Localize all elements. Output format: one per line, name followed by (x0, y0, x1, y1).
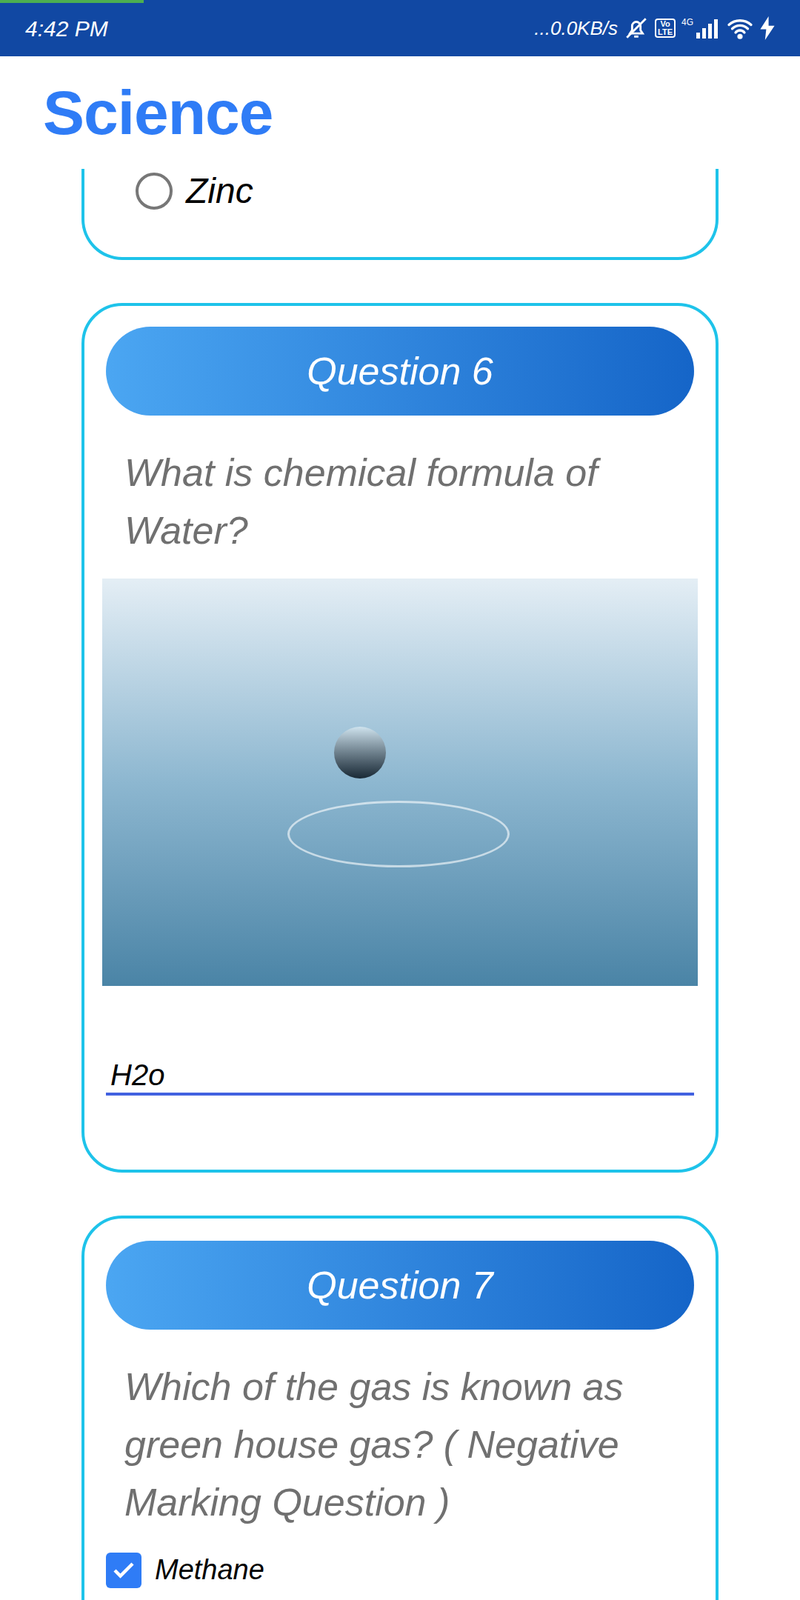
water-photo (102, 578, 698, 986)
app-bar: Science (0, 56, 800, 169)
checkbox[interactable] (105, 1552, 142, 1589)
ripple (287, 800, 510, 868)
mute-icon (623, 15, 649, 41)
option-label: Methane (154, 1548, 265, 1592)
status-icons: ...0.0KB/s VoLTE4G (534, 14, 775, 43)
radio-button[interactable] (135, 172, 173, 210)
net-speed: ...0.0KB/s (534, 14, 618, 43)
answer-field[interactable] (105, 1057, 695, 1096)
question-header: Question 7 (105, 1240, 695, 1330)
question-card: Question 6 What is chemical formula of Wa… (81, 302, 719, 1173)
load-progress (0, 0, 144, 3)
question-number: Question 6 (306, 342, 494, 400)
question-header: Question 6 (105, 326, 695, 416)
app-title: Science (42, 81, 274, 144)
question-text: What is chemical formula of Water? (105, 443, 695, 560)
signal-icon (694, 17, 720, 39)
water-drop (334, 726, 386, 779)
status-bar: 4:42 PM ...0.0KB/s VoLTE4G (0, 0, 800, 57)
clock: 4:42 PM (25, 11, 109, 46)
question-number: Question 7 (306, 1256, 494, 1315)
check-icon (110, 1557, 138, 1584)
charging-icon (760, 16, 775, 40)
question-list: Zinc Question 6 What is chemical formula o… (0, 168, 800, 1600)
volte-badge: VoLTE (654, 18, 676, 38)
radio-option[interactable]: Zinc (135, 168, 716, 214)
question-card: Zinc (81, 168, 719, 260)
question-text: Which of the gas is known as green house… (105, 1357, 695, 1532)
signal: 4G (681, 17, 720, 39)
option-label: Zinc (185, 168, 254, 218)
question-card: Question 7 Which of the gas is known as g… (81, 1215, 719, 1600)
checkbox-option[interactable]: Methane (105, 1548, 695, 1592)
wifi-icon (725, 17, 755, 40)
